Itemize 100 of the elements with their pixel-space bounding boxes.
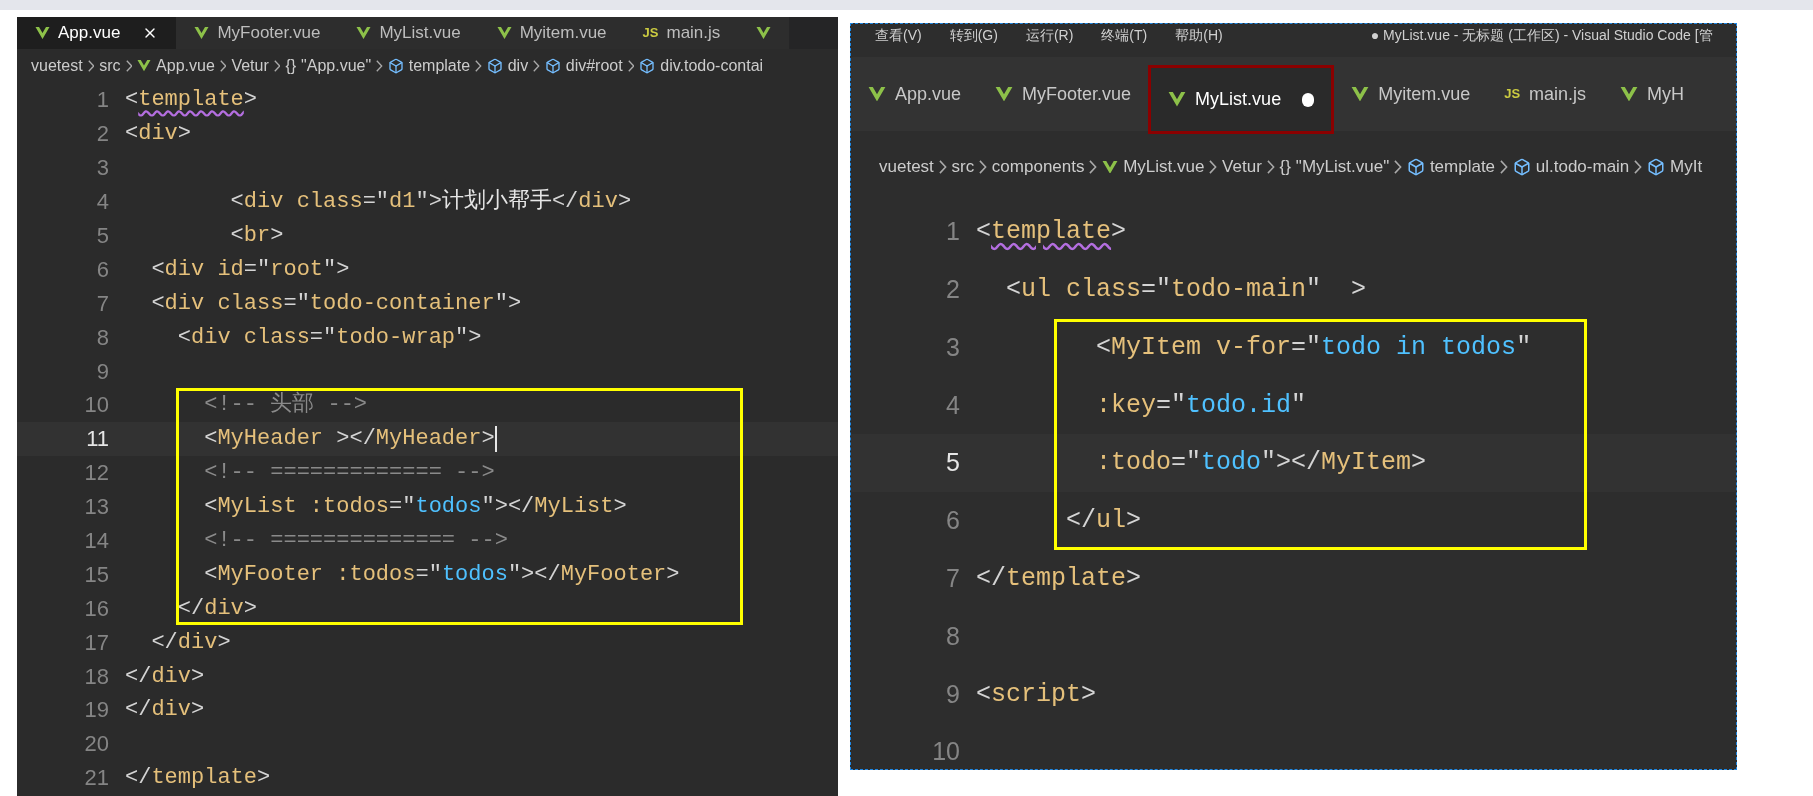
code-line: <!-- ============== --> [203,527,508,555]
chevron-right-icon [1634,160,1642,174]
vue-file-icon [356,27,372,39]
code-line: <!-- ============= --> [203,459,495,488]
chevron-right-icon [376,60,383,72]
breadcrumb-item[interactable]: Vetur [1222,154,1262,180]
breadcrumb-item[interactable]: ul.todo-main [1535,154,1630,180]
breadcrumb-item[interactable]: div.todo-contai [660,54,764,78]
vue-file-icon [1351,86,1370,102]
menu-item[interactable]: 帮助(H) [1175,28,1223,42]
cube-icon [486,58,503,74]
line-number: 1 [945,216,961,248]
vue-file-icon [1620,86,1639,102]
line-number: 5 [95,222,110,250]
line-number: 16 [83,594,110,623]
code-line: </div> [125,662,205,691]
line-number: 8 [945,620,961,652]
code-line: <template> [125,86,258,115]
breadcrumb-item[interactable]: Vetur [231,54,269,78]
chevron-right-icon [1500,160,1508,174]
breadcrumb-item[interactable]: MyIt [1670,154,1703,180]
cube-icon [1406,158,1425,176]
code-line: </div> [150,628,231,657]
code-line: <div> [125,120,191,149]
line-number: 10 [931,736,961,768]
editor-tab[interactable]: MyList.vue [338,17,479,49]
line-number: 15 [83,560,110,589]
vue-file-icon [496,27,512,39]
breadcrumb-item[interactable]: src [951,154,975,180]
breadcrumb-item[interactable]: components [991,154,1085,180]
line-number: 11 [85,425,110,454]
chevron-right-icon [125,60,133,72]
chevron-right-icon [627,60,635,72]
code-line: <ul class="todo-main" > [1005,273,1367,306]
line-number: 7 [95,289,110,318]
editor-tab[interactable]: MyFooter.vue [176,17,339,49]
editor-tab[interactable]: MyList.vue [1148,65,1335,134]
line-number: 9 [95,357,110,386]
code-line: </template> [125,764,271,793]
menu-item[interactable]: 终端(T) [1101,28,1148,42]
chevron-right-icon [533,60,540,72]
editor-tab[interactable]: App.vue [17,17,177,49]
vue-file-icon [35,27,50,39]
line-number: 19 [83,696,110,725]
line-number: 2 [945,273,961,305]
code-line: <MyItem v-for="todo in todos" [1095,331,1532,364]
code-line: <MyList :todos="todos"></MyList> [203,493,627,522]
code-line: <div class="d1">计划小帮手</div> [229,188,632,217]
line-number: 13 [83,493,110,522]
menu-item[interactable]: 运行(R) [1025,28,1074,42]
breadcrumb-item[interactable]: "App.vue" [301,54,372,78]
cube-icon [639,58,656,74]
line-number: 1 [95,86,110,115]
code-line: <MyFooter :todos="todos"></MyFooter> [203,560,680,589]
vue-file-icon [868,86,886,102]
line-number: 5 [945,447,961,479]
breadcrumb-item[interactable]: div#root [565,54,623,78]
breadcrumb-item[interactable]: "MyList.vue" [1295,154,1390,180]
breadcrumb-item[interactable]: vuetest [31,54,83,78]
code-line: <br> [229,222,284,250]
code-line: :key="todo.id" [1095,389,1307,422]
menu-item[interactable]: 查看(V) [875,28,922,42]
editor-tab[interactable]: Myitem.vue [478,17,625,49]
line-number: 9 [945,678,961,710]
line-number: 4 [95,188,110,217]
menu-item[interactable]: 转到(G) [949,28,998,42]
vue-file-icon [995,86,1014,102]
breadcrumb-item[interactable]: vuetest [879,154,934,180]
line-number: 2 [95,120,110,149]
line-number: 7 [945,562,961,594]
breadcrumb-item[interactable]: div [507,54,529,78]
code-line: <div class="todo-wrap"> [176,323,482,352]
chevron-right-icon [1394,160,1402,174]
breadcrumb-item[interactable]: App.vue [156,54,215,78]
cube-icon [387,58,404,74]
line-number: 6 [945,505,961,537]
code-line: <div class="todo-container"> [150,289,522,318]
chevron-right-icon [475,60,482,72]
chevron-right-icon [938,160,947,174]
breadcrumb-item[interactable]: template [1429,154,1496,180]
line-number: 20 [83,730,110,759]
code-line: </template> [976,562,1142,595]
code-line: </ul> [1065,505,1142,538]
line-number: 6 [95,255,110,284]
js-file-icon: JS [1504,84,1521,104]
vue-file-icon [756,27,772,39]
editor-tab[interactable]: JS main.js [624,17,739,49]
chevron-right-icon [87,60,95,72]
code-line: :todo="todo"></MyItem> [1095,447,1427,480]
breadcrumb-item[interactable]: src [99,54,121,78]
breadcrumb-item[interactable]: MyList.vue [1123,154,1205,180]
line-number: 14 [83,527,110,555]
vue-file-icon [137,60,152,72]
breadcrumb-item[interactable]: template [408,54,471,78]
code-line: <div id="root"> [150,255,350,284]
line-number: 3 [95,154,110,183]
vue-file-icon [1102,160,1119,174]
js-file-icon: JS [642,23,659,43]
line-number: 21 [83,764,110,793]
chevron-right-icon [979,160,987,174]
